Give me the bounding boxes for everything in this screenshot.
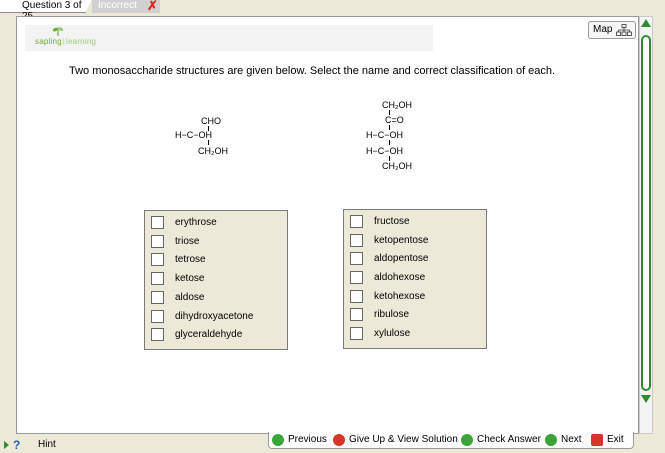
scroll-up-arrow-icon[interactable] (641, 19, 651, 27)
option-label: erythrose (175, 217, 217, 228)
scroll-thumb[interactable] (641, 35, 651, 391)
option-label: triose (175, 236, 200, 247)
question-panel: sapling|learning Map Two monosaccharide … (16, 16, 639, 434)
option-label: aldohexose (374, 272, 426, 283)
give-up-icon (333, 434, 345, 446)
expand-arrow-icon (4, 441, 9, 449)
structure-left-line: H−C−OH (175, 130, 213, 140)
vertical-scrollbar[interactable] (639, 16, 653, 434)
structure-left: CHO H−C−OH CH₂OH (175, 116, 245, 166)
check-answer-label: Check Answer (477, 434, 541, 445)
options-left: erythrose triose tetrose ketose aldose d… (144, 210, 288, 350)
give-up-button[interactable]: Give Up & View Solution (333, 433, 458, 447)
options-right: fructose ketopentose aldopentose aldohex… (343, 209, 487, 349)
checkbox[interactable] (350, 327, 363, 340)
action-bar: Previous Give Up & View Solution Check A… (268, 432, 634, 449)
structure-right-line: H−C−OH (366, 130, 404, 140)
option-label: ketose (175, 273, 205, 284)
checkbox[interactable] (151, 310, 164, 323)
exit-button[interactable]: Exit (591, 433, 624, 447)
option-label: fructose (374, 216, 410, 227)
checkbox[interactable] (151, 216, 164, 229)
logo-brand2: learning (66, 37, 97, 46)
checkbox[interactable] (350, 234, 363, 247)
check-icon (461, 434, 473, 446)
option-label: ketohexose (374, 291, 426, 302)
checkbox[interactable] (350, 271, 363, 284)
app-window: Question 3 of 25 Incorrect ✗ sapling|lea… (0, 0, 665, 453)
checkbox[interactable] (151, 328, 164, 341)
exit-door-icon (591, 434, 603, 446)
question-tab[interactable]: Question 3 of 25 (0, 0, 92, 22)
checkbox[interactable] (350, 290, 363, 303)
option-label: aldose (175, 292, 205, 303)
previous-button[interactable]: Previous (272, 433, 327, 447)
option-label: xylulose (374, 328, 411, 339)
logo-brand: sapling (35, 37, 62, 46)
structure-right-line: H−C−OH (366, 146, 404, 156)
checkbox[interactable] (151, 272, 164, 285)
sitemap-icon (616, 24, 632, 36)
sapling-logo: sapling|learning (35, 37, 97, 46)
question-mark-icon: ? (13, 438, 21, 452)
structure-right-line: CH₂OH (382, 161, 412, 171)
checkbox[interactable] (350, 252, 363, 265)
status-label: Incorrect (98, 0, 137, 11)
structure-right-line: C=O (385, 115, 404, 125)
checkbox[interactable] (151, 253, 164, 266)
checkbox[interactable] (151, 291, 164, 304)
check-answer-button[interactable]: Check Answer (461, 433, 541, 447)
logo-bar: sapling|learning (25, 25, 433, 51)
structure-left-line: CH₂OH (198, 146, 228, 156)
option-label: aldopentose (374, 253, 429, 264)
option-label: dihydroxyacetone (175, 311, 254, 322)
question-text: Two monosaccharide structures are given … (69, 65, 556, 77)
option-label: ribulose (374, 309, 410, 320)
structure-left-line: CHO (201, 116, 221, 126)
map-button[interactable]: Map (588, 21, 636, 39)
next-button[interactable]: Next (545, 433, 582, 447)
tab-strip: Question 3 of 25 Incorrect ✗ (0, 0, 665, 22)
option-label: glyceraldehyde (175, 329, 243, 340)
structure-right-line: CH₂OH (382, 100, 412, 110)
checkbox[interactable] (151, 235, 164, 248)
incorrect-x-icon: ✗ (147, 0, 158, 13)
structure-right: CH₂OH C=O H−C−OH H−C−OH CH₂OH (364, 100, 434, 180)
next-arrow-icon (545, 434, 557, 446)
status-tab: Incorrect ✗ (92, 0, 160, 13)
give-up-label: Give Up & View Solution (349, 434, 458, 445)
scroll-down-arrow-icon[interactable] (641, 395, 651, 403)
checkbox[interactable] (350, 215, 363, 228)
map-label: Map (593, 24, 613, 35)
hint-label: Hint (38, 439, 56, 450)
sprout-icon (52, 27, 64, 36)
exit-label: Exit (607, 434, 624, 445)
option-label: tetrose (175, 254, 206, 265)
checkbox[interactable] (350, 308, 363, 321)
previous-arrow-icon (272, 434, 284, 446)
next-label: Next (561, 434, 582, 445)
option-label: ketopentose (374, 235, 429, 246)
hint-button[interactable]: ? Hint (4, 438, 56, 452)
previous-label: Previous (288, 434, 327, 445)
